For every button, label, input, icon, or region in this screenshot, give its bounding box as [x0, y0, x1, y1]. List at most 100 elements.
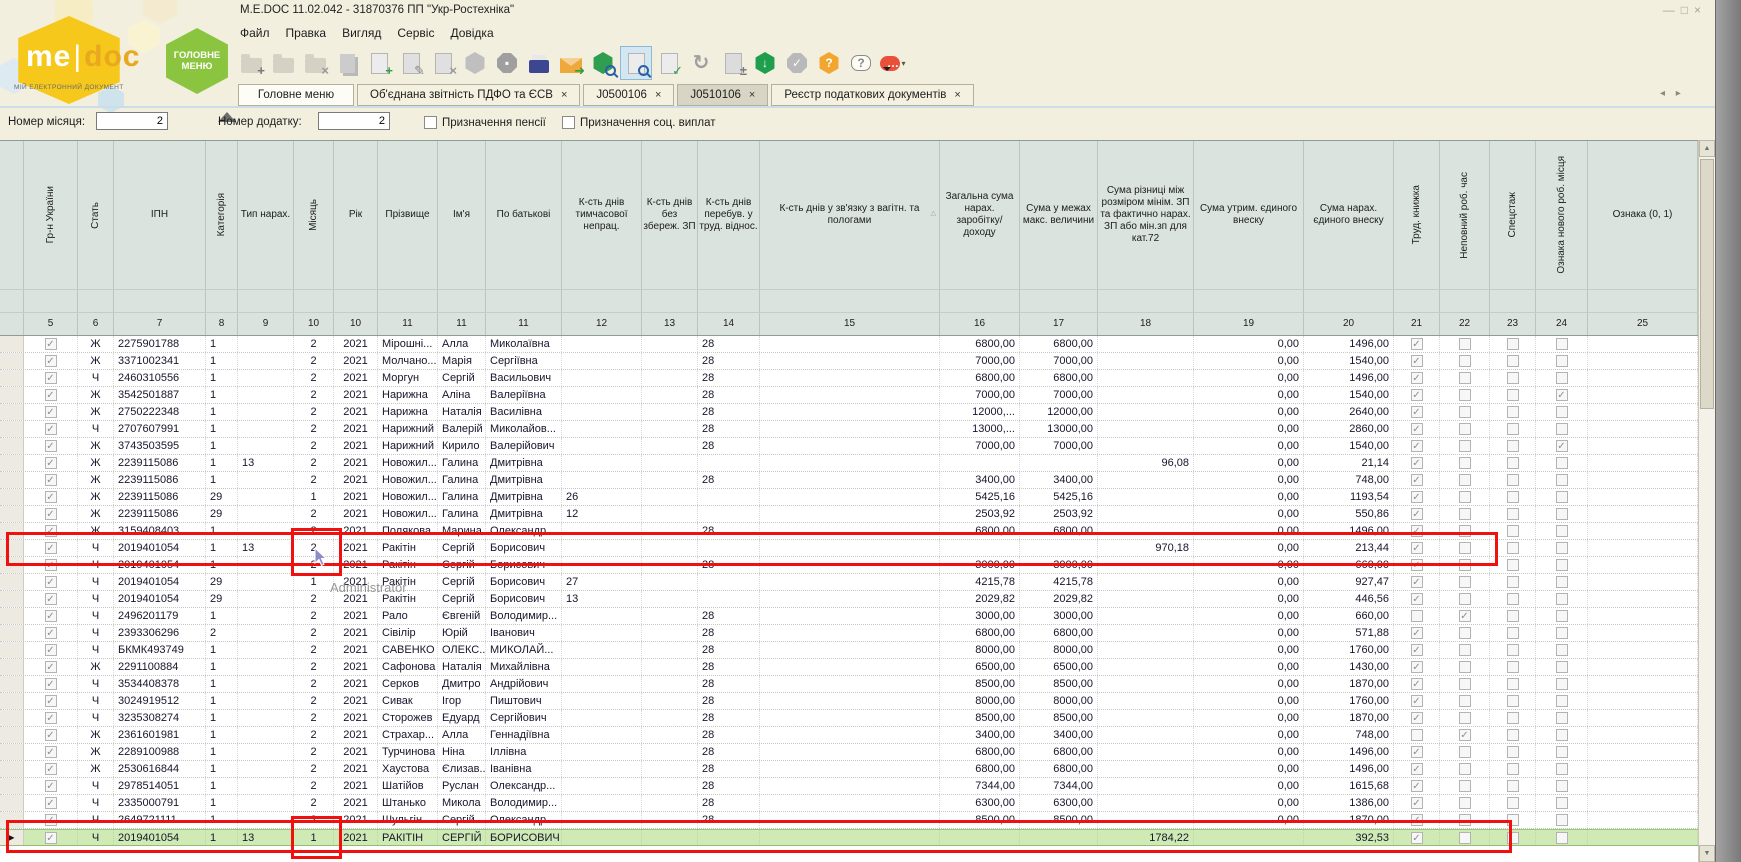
cell-firstname[interactable]: Валерій: [438, 421, 486, 437]
cell-days-unpaid[interactable]: [642, 472, 698, 488]
cell-total-income[interactable]: 5425,16: [940, 489, 1020, 505]
cell-days-sick[interactable]: [562, 625, 642, 641]
selected-table-row[interactable]: ▶✓Ч201940105411312021РАКІТІНСЕРГІЙБОРИСО…: [0, 829, 1698, 846]
cell-new-workplace[interactable]: [1536, 830, 1588, 845]
cell-flag[interactable]: [1588, 523, 1698, 539]
cell-accrual-type[interactable]: 13: [238, 540, 294, 556]
cell-accrual-type[interactable]: [238, 523, 294, 539]
cell-firstname[interactable]: Ігор: [438, 693, 486, 709]
cell-year[interactable]: 2021: [334, 370, 378, 386]
cell-sum-max[interactable]: 3400,00: [1020, 472, 1098, 488]
cell-month[interactable]: 2: [294, 438, 334, 454]
cell-category[interactable]: 29: [206, 574, 238, 590]
cell-labor-book[interactable]: ✓: [1394, 540, 1440, 556]
cell-total-income[interactable]: 6800,00: [940, 336, 1020, 352]
cell-firstname[interactable]: Юрій: [438, 625, 486, 641]
part-time-checkbox[interactable]: [1459, 389, 1471, 401]
cell-part-time[interactable]: [1440, 370, 1490, 386]
cell-special-exp[interactable]: [1490, 761, 1536, 777]
cell-gender[interactable]: Ч: [78, 591, 114, 607]
cell-firstname[interactable]: СЕРГІЙ: [438, 830, 486, 845]
cell-special-exp[interactable]: [1490, 625, 1536, 641]
cell-days-maternity[interactable]: [760, 472, 940, 488]
cell-patronymic[interactable]: Володимир...: [486, 608, 562, 624]
cell-category[interactable]: 1: [206, 659, 238, 675]
cell-citizen[interactable]: ✓: [24, 472, 78, 488]
cell-category[interactable]: 29: [206, 489, 238, 505]
labor-book-checkbox[interactable]: ✓: [1411, 712, 1423, 724]
new-workplace-checkbox[interactable]: [1556, 780, 1568, 792]
table-row[interactable]: ✓Ж22391150862912021Новожил...ГалинаДмитр…: [0, 489, 1698, 506]
cell-sum-diff[interactable]: [1098, 438, 1194, 454]
cell-flag[interactable]: [1588, 574, 1698, 590]
part-time-checkbox[interactable]: [1459, 797, 1471, 809]
cell-labor-book[interactable]: ✓: [1394, 421, 1440, 437]
cell-year[interactable]: 2021: [334, 744, 378, 760]
cell-citizen[interactable]: ✓: [24, 557, 78, 573]
cell-new-workplace[interactable]: [1536, 642, 1588, 658]
part-time-checkbox[interactable]: [1459, 644, 1471, 656]
cell-year[interactable]: 2021: [334, 523, 378, 539]
row-selector[interactable]: [0, 421, 24, 437]
cell-category[interactable]: 1: [206, 795, 238, 811]
row-selector[interactable]: [0, 676, 24, 692]
cell-days-unpaid[interactable]: [642, 676, 698, 692]
cell-days-unpaid[interactable]: [642, 591, 698, 607]
cell-labor-book[interactable]: ✓: [1394, 472, 1440, 488]
new-workplace-checkbox[interactable]: [1556, 712, 1568, 724]
cell-accrual-type[interactable]: [238, 404, 294, 420]
cell-category[interactable]: 1: [206, 830, 238, 845]
cell-days-employed[interactable]: [698, 591, 760, 607]
cell-total-income[interactable]: 2503,92: [940, 506, 1020, 522]
cell-citizen[interactable]: ✓: [24, 676, 78, 692]
cell-patronymic[interactable]: МИКОЛАЙ...: [486, 642, 562, 658]
cell-accrual-type[interactable]: [238, 506, 294, 522]
cell-flag[interactable]: [1588, 778, 1698, 794]
table-row[interactable]: ✓Ж3542501887122021НарижнаАлінаВалеріївна…: [0, 387, 1698, 404]
cell-new-workplace[interactable]: [1536, 421, 1588, 437]
cell-days-maternity[interactable]: [760, 370, 940, 386]
cell-patronymic[interactable]: Валерійович: [486, 438, 562, 454]
cell-firstname[interactable]: Наталія: [438, 659, 486, 675]
process-hex-icon[interactable]: [460, 47, 490, 79]
cell-accrual-type[interactable]: [238, 591, 294, 607]
labor-book-checkbox[interactable]: ✓: [1411, 797, 1423, 809]
cell-accrual-type[interactable]: [238, 387, 294, 403]
cell-ipn[interactable]: 3743503595: [114, 438, 206, 454]
cell-part-time[interactable]: [1440, 489, 1490, 505]
cell-month[interactable]: 2: [294, 421, 334, 437]
cell-citizen[interactable]: ✓: [24, 778, 78, 794]
tab-close-icon[interactable]: ×: [749, 89, 755, 101]
cell-labor-book[interactable]: ✓: [1394, 591, 1440, 607]
special-exp-checkbox[interactable]: [1507, 372, 1519, 384]
cell-labor-book[interactable]: ✓: [1394, 642, 1440, 658]
help-icon[interactable]: ?: [814, 47, 844, 79]
cell-surname[interactable]: Моргун: [378, 370, 438, 386]
cell-sum-withheld[interactable]: 0,00: [1194, 404, 1304, 420]
cell-total-income[interactable]: 6800,00: [940, 370, 1020, 386]
cell-days-maternity[interactable]: [760, 574, 940, 590]
cell-days-unpaid[interactable]: [642, 523, 698, 539]
cell-patronymic[interactable]: Дмитрівна: [486, 489, 562, 505]
col-header-special-exp[interactable]: Спецстаж: [1490, 141, 1536, 289]
cell-citizen[interactable]: ✓: [24, 574, 78, 590]
row-selector[interactable]: [0, 336, 24, 352]
cell-days-sick[interactable]: [562, 830, 642, 845]
cell-gender[interactable]: Ч: [78, 693, 114, 709]
cell-gender[interactable]: Ж: [78, 387, 114, 403]
table-row[interactable]: ✓Ч2460310556122021МоргунСергійВасильович…: [0, 370, 1698, 387]
cell-sum-accrued[interactable]: 21,14: [1304, 455, 1394, 471]
cell-citizen[interactable]: ✓: [24, 404, 78, 420]
close-icon[interactable]: ×: [1694, 3, 1707, 17]
cell-category[interactable]: 1: [206, 438, 238, 454]
part-time-checkbox[interactable]: [1459, 763, 1471, 775]
cell-days-sick[interactable]: 26: [562, 489, 642, 505]
cell-new-workplace[interactable]: [1536, 336, 1588, 352]
cell-category[interactable]: 1: [206, 557, 238, 573]
cell-days-maternity[interactable]: [760, 455, 940, 471]
cell-year[interactable]: 2021: [334, 489, 378, 505]
labor-book-checkbox[interactable]: ✓: [1411, 542, 1423, 554]
cell-flag[interactable]: [1588, 370, 1698, 386]
cell-sum-diff[interactable]: [1098, 761, 1194, 777]
cell-labor-book[interactable]: ✓: [1394, 455, 1440, 471]
